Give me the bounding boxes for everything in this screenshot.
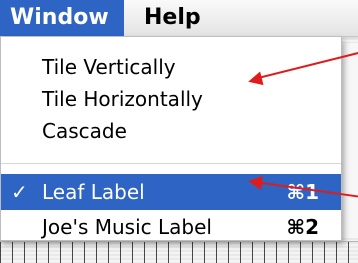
menu-item-cascade[interactable]: Cascade	[1, 114, 341, 148]
menu-item-tile-horizontally[interactable]: Tile Horizontally	[1, 82, 341, 116]
menu-item-tile-vertically[interactable]: Tile Vertically	[1, 50, 341, 84]
ruler	[0, 241, 358, 263]
keyboard-shortcut: ⌘1	[286, 180, 319, 204]
menu-item-leaf-label[interactable]: ✓ Leaf Label ⌘1	[1, 174, 341, 210]
keyboard-shortcut: ⌘2	[286, 215, 319, 239]
menu-help[interactable]: Help	[136, 0, 201, 36]
arrowhead-icon	[247, 174, 263, 190]
menu-bar: Window Help	[0, 0, 358, 37]
menu-item-label: Leaf Label	[42, 180, 145, 204]
menu-window[interactable]: Window	[0, 0, 124, 36]
menu-item-label: Cascade	[42, 119, 127, 143]
menu-item-label: Tile Horizontally	[42, 87, 203, 111]
menu-item-label: Joe's Music Label	[42, 215, 212, 239]
menu-item-joes-music-label[interactable]: Joe's Music Label ⌘2	[1, 210, 341, 244]
menu-separator	[1, 163, 341, 164]
menu-item-label: Tile Vertically	[42, 55, 176, 79]
checkmark-icon: ✓	[11, 180, 28, 204]
